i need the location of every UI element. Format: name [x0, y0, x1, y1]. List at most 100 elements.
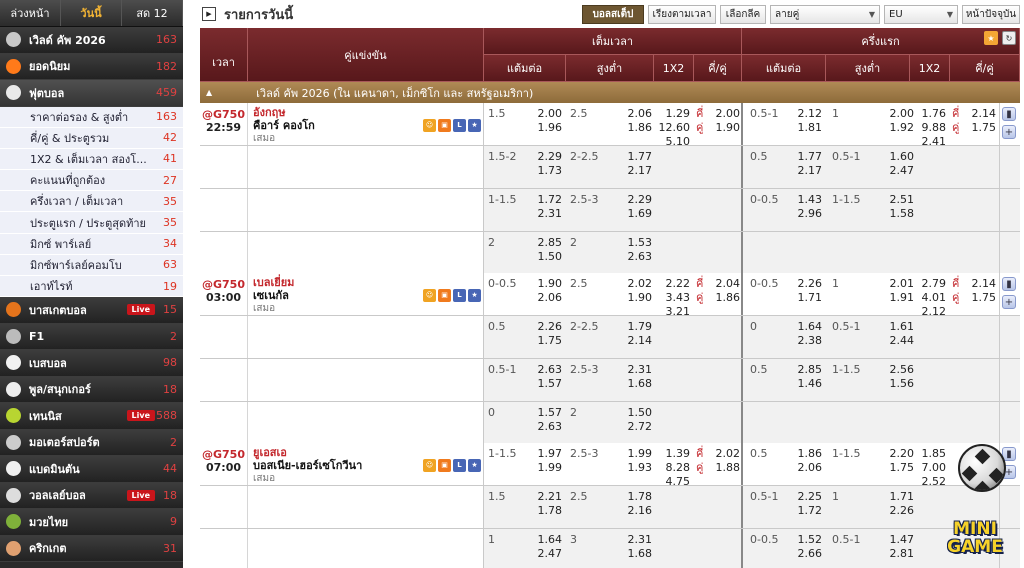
- over-odds[interactable]: 1.77: [602, 150, 653, 164]
- handicap-odds-home[interactable]: 1.72: [512, 193, 563, 207]
- collapse-arrow-icon[interactable]: ▲: [206, 88, 212, 97]
- half-odd-odds[interactable]: 2.14: [962, 107, 997, 121]
- handicap-odds-home[interactable]: 1.90: [512, 277, 563, 291]
- half-over-odds[interactable]: 2.56: [864, 363, 915, 377]
- half-under-odds[interactable]: 2.44: [864, 334, 915, 348]
- handicap-odds-home[interactable]: 2.63: [512, 363, 563, 377]
- over-odds[interactable]: 1.79: [602, 320, 653, 334]
- tv-icon[interactable]: ▣: [438, 119, 451, 132]
- half-under-odds[interactable]: 2.26: [864, 504, 915, 518]
- over-odds[interactable]: 2.06: [602, 107, 653, 121]
- under-odds[interactable]: 2.16: [602, 504, 653, 518]
- sidebar-item[interactable]: ยอดนิยม 182: [0, 53, 183, 80]
- tv-icon[interactable]: ▣: [438, 459, 451, 472]
- under-odds[interactable]: 1.68: [602, 377, 653, 391]
- star-icon[interactable]: ★: [468, 119, 481, 132]
- handicap-odds-home[interactable]: 2.26: [512, 320, 563, 334]
- half-handicap-home[interactable]: 2.12: [772, 107, 823, 121]
- handicap-odds-home[interactable]: 1.57: [512, 406, 563, 420]
- half-1x2-home[interactable]: 2.79: [906, 277, 947, 291]
- half-under-odds[interactable]: 1.56: [864, 377, 915, 391]
- tab-2[interactable]: สด 12: [122, 0, 183, 26]
- stats-icon[interactable]: ☺: [423, 459, 436, 472]
- submenu-item[interactable]: ประตูแรก / ประตูสุดท้าย 35: [0, 212, 183, 234]
- over-odds[interactable]: 2.31: [602, 533, 653, 547]
- handicap-odds-away[interactable]: 1.73: [512, 164, 563, 178]
- 1x2-home[interactable]: 1.39: [650, 447, 691, 461]
- even-odds[interactable]: 1.88: [704, 461, 741, 475]
- half-handicap-away[interactable]: 1.81: [772, 121, 823, 135]
- under-odds[interactable]: 1.68: [602, 547, 653, 561]
- half-odd-odds[interactable]: 2.14: [962, 277, 997, 291]
- submenu-item[interactable]: คี่/คู่ & ประตูรวม 42: [0, 128, 183, 149]
- half-under-odds[interactable]: 1.58: [864, 207, 915, 221]
- under-odds[interactable]: 2.63: [602, 250, 653, 264]
- under-odds[interactable]: 1.90: [602, 291, 653, 305]
- odd-odds[interactable]: 2.02: [704, 447, 741, 461]
- half-1x2-away[interactable]: 7.00: [906, 461, 947, 475]
- step-bet-button[interactable]: บอลสเต็ป: [582, 5, 644, 24]
- half-under-odds[interactable]: 2.47: [864, 164, 915, 178]
- over-odds[interactable]: 2.29: [602, 193, 653, 207]
- handicap-odds-home[interactable]: 1.97: [512, 447, 563, 461]
- league-header[interactable]: ▲ เวิลด์ คัพ 2026 (ใน แคนาดา, เม็กซิโก แล…: [200, 82, 1020, 103]
- over-odds[interactable]: 1.50: [602, 406, 653, 420]
- half-handicap-away[interactable]: 1.71: [772, 291, 823, 305]
- sidebar-item[interactable]: คริกเกต 31: [0, 535, 183, 563]
- under-odds[interactable]: 1.86: [602, 121, 653, 135]
- half-handicap-away[interactable]: 2.96: [772, 207, 823, 221]
- half-handicap-home[interactable]: 1.86: [772, 447, 823, 461]
- odd-odds[interactable]: 2.04: [704, 277, 741, 291]
- over-odds[interactable]: 1.99: [602, 447, 653, 461]
- handicap-odds-away[interactable]: 1.78: [512, 504, 563, 518]
- half-over-odds[interactable]: 1.71: [864, 490, 915, 504]
- over-odds[interactable]: 1.78: [602, 490, 653, 504]
- half-1x2-away[interactable]: 9.88: [906, 121, 947, 135]
- home-team[interactable]: เบลเยี่ยม: [253, 276, 478, 289]
- sidebar-item[interactable]: เวิลด์ คัพ 2026 163: [0, 27, 183, 54]
- home-team[interactable]: ยูเอสเอ: [253, 446, 478, 459]
- soccer-ball-widget[interactable]: [958, 444, 1006, 492]
- half-handicap-home[interactable]: 1.64: [772, 320, 823, 334]
- home-team[interactable]: อังกฤษ: [253, 106, 478, 119]
- under-odds[interactable]: 2.72: [602, 420, 653, 434]
- live-l-icon[interactable]: L: [453, 459, 466, 472]
- half-handicap-away[interactable]: 2.66: [772, 547, 823, 561]
- handicap-odds-away[interactable]: 2.47: [512, 547, 563, 561]
- star-icon[interactable]: ★: [468, 459, 481, 472]
- under-odds[interactable]: 1.93: [602, 461, 653, 475]
- half-1x2-away[interactable]: 4.01: [906, 291, 947, 305]
- chart-icon[interactable]: ▮: [1002, 277, 1016, 291]
- handicap-odds-home[interactable]: 2.29: [512, 150, 563, 164]
- handicap-odds-away[interactable]: 2.63: [512, 420, 563, 434]
- pairs-select[interactable]: ลายคู่ ▼: [770, 5, 880, 24]
- tv-icon[interactable]: ▣: [438, 289, 451, 302]
- handicap-odds-home[interactable]: 2.85: [512, 236, 563, 250]
- over-odds[interactable]: 1.53: [602, 236, 653, 250]
- half-handicap-away[interactable]: 2.38: [772, 334, 823, 348]
- half-handicap-away[interactable]: 1.72: [772, 504, 823, 518]
- handicap-odds-away[interactable]: 1.50: [512, 250, 563, 264]
- 1x2-home[interactable]: 1.29: [650, 107, 691, 121]
- sidebar-item[interactable]: เบสบอล 98: [0, 350, 183, 377]
- stats-icon[interactable]: ☺: [423, 119, 436, 132]
- even-odds[interactable]: 1.86: [704, 291, 741, 305]
- submenu-item[interactable]: เอาท์ไรท์ 19: [0, 276, 183, 298]
- stats-icon[interactable]: ☺: [423, 289, 436, 302]
- favorite-star-icon[interactable]: ★: [984, 31, 998, 45]
- current-page-button[interactable]: หน้าปัจจุบัน: [962, 5, 1020, 24]
- half-handicap-away[interactable]: 2.06: [772, 461, 823, 475]
- handicap-odds-away[interactable]: 2.31: [512, 207, 563, 221]
- handicap-odds-home[interactable]: 2.21: [512, 490, 563, 504]
- refresh-icon[interactable]: ↻: [1002, 31, 1016, 45]
- over-odds[interactable]: 2.31: [602, 363, 653, 377]
- select-league-button[interactable]: เลือกลีค: [720, 5, 766, 24]
- collapse-icon[interactable]: ▶: [202, 7, 216, 21]
- sidebar-item[interactable]: พูล/สนุกเกอร์ 18: [0, 376, 183, 404]
- star-icon[interactable]: ★: [468, 289, 481, 302]
- under-odds[interactable]: 1.69: [602, 207, 653, 221]
- handicap-odds-away[interactable]: 1.57: [512, 377, 563, 391]
- half-handicap-home[interactable]: 2.26: [772, 277, 823, 291]
- submenu-item[interactable]: มิกซ์พาร์เลย์คอมโบ 63: [0, 255, 183, 276]
- half-handicap-home[interactable]: 1.52: [772, 533, 823, 547]
